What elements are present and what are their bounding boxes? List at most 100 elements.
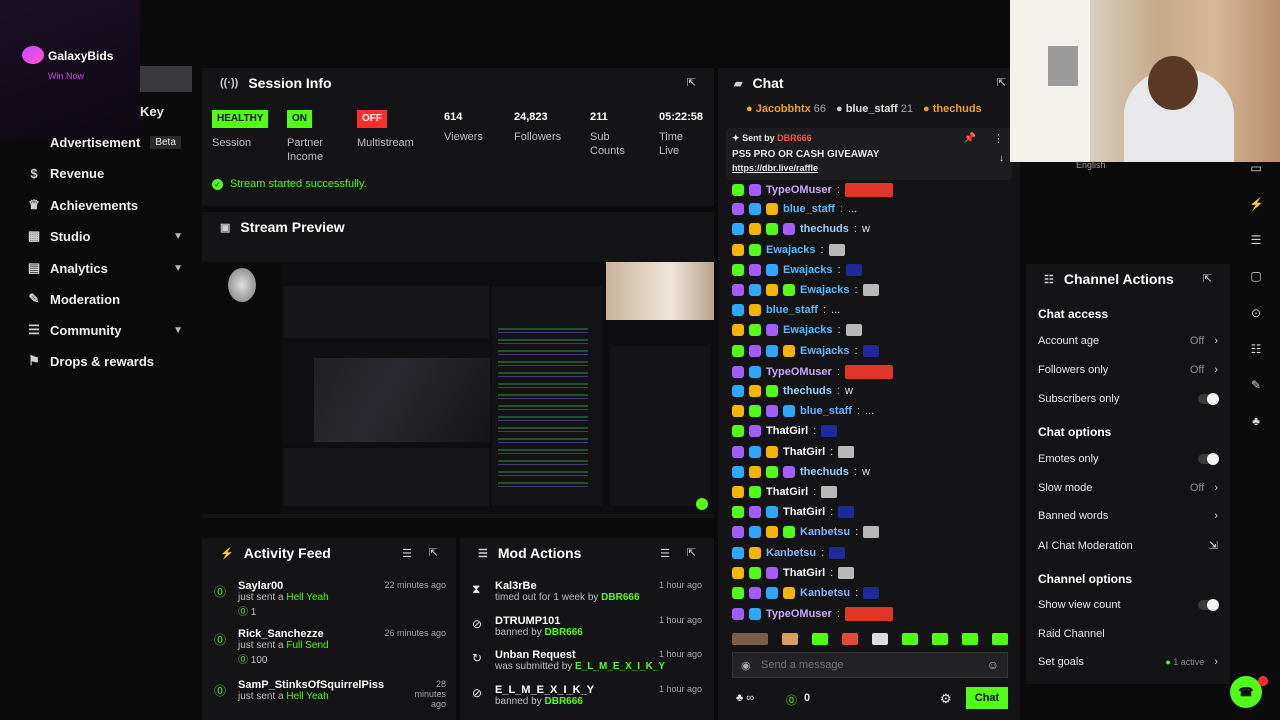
sidebar-item-achievements[interactable]: ♛ Achievements <box>28 197 183 213</box>
chat-username[interactable]: blue_staff <box>766 304 818 316</box>
grid-icon[interactable]: ☷ <box>1249 342 1263 356</box>
activity-feed-title: Activity Feed <box>243 545 331 561</box>
sidebar-item-moderation[interactable]: ✎ Moderation <box>28 291 183 307</box>
popout-icon[interactable]: ⇱ <box>1203 272 1212 285</box>
emote-icon[interactable] <box>992 633 1008 645</box>
chat-username[interactable]: ThatGirl <box>783 567 825 579</box>
emotes-only-toggle[interactable] <box>1198 453 1219 465</box>
colon: : <box>830 445 834 458</box>
filter-icon[interactable]: ☰ <box>402 547 412 560</box>
emote-icon[interactable] <box>842 633 858 645</box>
gifter[interactable]: ● blue_staff 21 <box>836 103 913 115</box>
lightning-icon[interactable]: ⚡ <box>1249 197 1264 211</box>
slow-mode-setting[interactable]: Slow mode Off › <box>1038 482 1218 494</box>
list-item: ⊘ DTRUMP101 banned by DBR666 1 hour ago <box>472 615 702 638</box>
emote-icon[interactable] <box>932 633 948 645</box>
chevron-down-icon[interactable]: ↓ <box>999 153 1004 164</box>
activity-username[interactable]: SamP_StinksOfSquirrelPiss <box>238 679 388 691</box>
chat-username[interactable]: Kanbetsu <box>766 547 816 559</box>
chat-send-button[interactable]: Chat <box>966 687 1008 709</box>
filter-icon[interactable]: ☰ <box>660 547 670 560</box>
smile-icon[interactable]: ☺ <box>987 658 999 672</box>
stream-video[interactable] <box>202 262 714 514</box>
chat-username[interactable]: Kanbetsu <box>800 587 850 599</box>
chevron-down-icon[interactable]: ▼ <box>173 231 183 242</box>
chat-username[interactable]: TypeOMuser <box>766 608 832 620</box>
info-icon[interactable]: ▭ <box>1249 161 1263 175</box>
emote-icon <box>838 506 855 519</box>
chat-username[interactable]: Ewajacks <box>800 345 850 357</box>
more-icon[interactable]: ⋮ <box>993 132 1004 145</box>
video-actions-mini <box>610 346 710 506</box>
ad-banner[interactable]: GalaxyBids Win Now <box>0 0 140 140</box>
chat-username[interactable]: TypeOMuser <box>766 184 832 196</box>
chat-username[interactable]: thechuds <box>783 385 832 397</box>
colon: : <box>837 324 841 337</box>
banned-words-setting[interactable]: Banned words › <box>1038 510 1218 522</box>
followers-only-setting[interactable]: Followers only Off › <box>1038 364 1218 376</box>
chat-username[interactable]: Kanbetsu <box>800 526 850 538</box>
pinned-link[interactable]: https://dbr.live/raffle <box>732 163 818 173</box>
pin-icon[interactable]: 📌 <box>964 133 976 144</box>
account-age-setting[interactable]: Account age Off › <box>1038 335 1218 347</box>
emote-icon[interactable] <box>872 633 888 645</box>
subscribers-only-toggle[interactable] <box>1198 393 1219 405</box>
wrench-icon[interactable]: ✎ <box>1249 378 1263 392</box>
emote-icon[interactable] <box>902 633 918 645</box>
chat-username[interactable]: ThatGirl <box>783 446 825 458</box>
emote-icon[interactable] <box>732 633 768 645</box>
sidebar-item-revenue[interactable]: $ Revenue <box>28 166 183 181</box>
sidebar-item-analytics[interactable]: ▤ Analytics ▼ <box>28 260 183 276</box>
people-icon[interactable]: ♣ <box>1249 414 1263 428</box>
gifter[interactable]: ● Jacobbhtx 66 <box>746 103 826 115</box>
sidebar-item-advertisement[interactable]: Advertisement Beta <box>28 135 183 150</box>
set-goals-setting[interactable]: Set goals ● 1 active › <box>1038 656 1218 668</box>
emoji-picker-icon[interactable]: ◉ <box>741 659 751 672</box>
popout-icon[interactable]: ⇱ <box>687 546 696 559</box>
chat-username[interactable]: Ewajacks <box>783 324 833 336</box>
sidebar-item-drops[interactable]: ⚑ Drops & rewards <box>28 353 183 369</box>
activity-item: Hell Yeah <box>286 691 329 702</box>
chat-username[interactable]: blue_staff <box>800 405 852 417</box>
refresh-icon: ↻ <box>472 651 483 665</box>
emote-icon[interactable] <box>782 633 798 645</box>
chat-bubble-icon[interactable]: ▢ <box>1249 269 1263 283</box>
sidebar-item-community[interactable]: ☰ Community ▼ <box>28 322 183 338</box>
emote-icon[interactable] <box>962 633 978 645</box>
pinned-message[interactable]: ✦ Sent by DBR666 PS5 PRO OR CASH GIVEAWA… <box>726 128 1012 180</box>
chat-username[interactable]: blue_staff <box>783 203 835 215</box>
chat-username[interactable]: ThatGirl <box>766 486 808 498</box>
broadcast-icon[interactable]: ⊙ <box>1249 306 1263 320</box>
show-view-count-toggle[interactable] <box>1198 599 1219 611</box>
sent-by-label: Sent by <box>742 133 775 143</box>
gear-icon[interactable]: ⚙ <box>940 691 952 707</box>
chat-username[interactable]: Ewajacks <box>766 244 816 256</box>
chevron-down-icon[interactable]: ▼ <box>173 325 183 336</box>
chat-username[interactable]: Ewajacks <box>783 264 833 276</box>
chevron-down-icon[interactable]: ▼ <box>173 263 183 274</box>
chat-username[interactable]: thechuds <box>800 466 849 478</box>
user-badge-icon <box>749 324 761 337</box>
chat-input[interactable] <box>761 657 971 673</box>
chat-username[interactable]: ThatGirl <box>783 506 825 518</box>
popout-icon[interactable]: ⇱ <box>429 546 438 559</box>
chat-username[interactable]: Ewajacks <box>800 284 850 296</box>
chat-username[interactable]: ThatGirl <box>766 425 808 437</box>
emote-icon[interactable] <box>812 633 828 645</box>
popout-icon[interactable]: ⇱ <box>997 76 1006 89</box>
chat-username[interactable]: thechuds <box>800 223 849 235</box>
popout-icon[interactable]: ⇱ <box>687 76 696 89</box>
user-badge-icon <box>732 425 744 438</box>
ai-moderation-setting[interactable]: AI Chat Moderation ⇲ <box>1038 539 1218 553</box>
gifter[interactable]: ● thechuds <box>923 103 982 115</box>
key-tab[interactable] <box>140 66 192 92</box>
user-badge-icon <box>732 304 744 317</box>
chat-input-box[interactable]: ◉ ☺ <box>732 652 1008 678</box>
sidebar-item-studio[interactable]: ▦ Studio ▼ <box>28 228 183 244</box>
sidebar-item-label: Drops & rewards <box>50 353 155 369</box>
list-icon[interactable]: ☰ <box>1249 233 1263 247</box>
gifter-count: 21 <box>900 103 914 115</box>
chat-username[interactable]: TypeOMuser <box>766 366 832 378</box>
raid-channel-setting[interactable]: Raid Channel <box>1038 628 1218 640</box>
people-icon[interactable]: ♣ ∞ <box>736 692 754 704</box>
